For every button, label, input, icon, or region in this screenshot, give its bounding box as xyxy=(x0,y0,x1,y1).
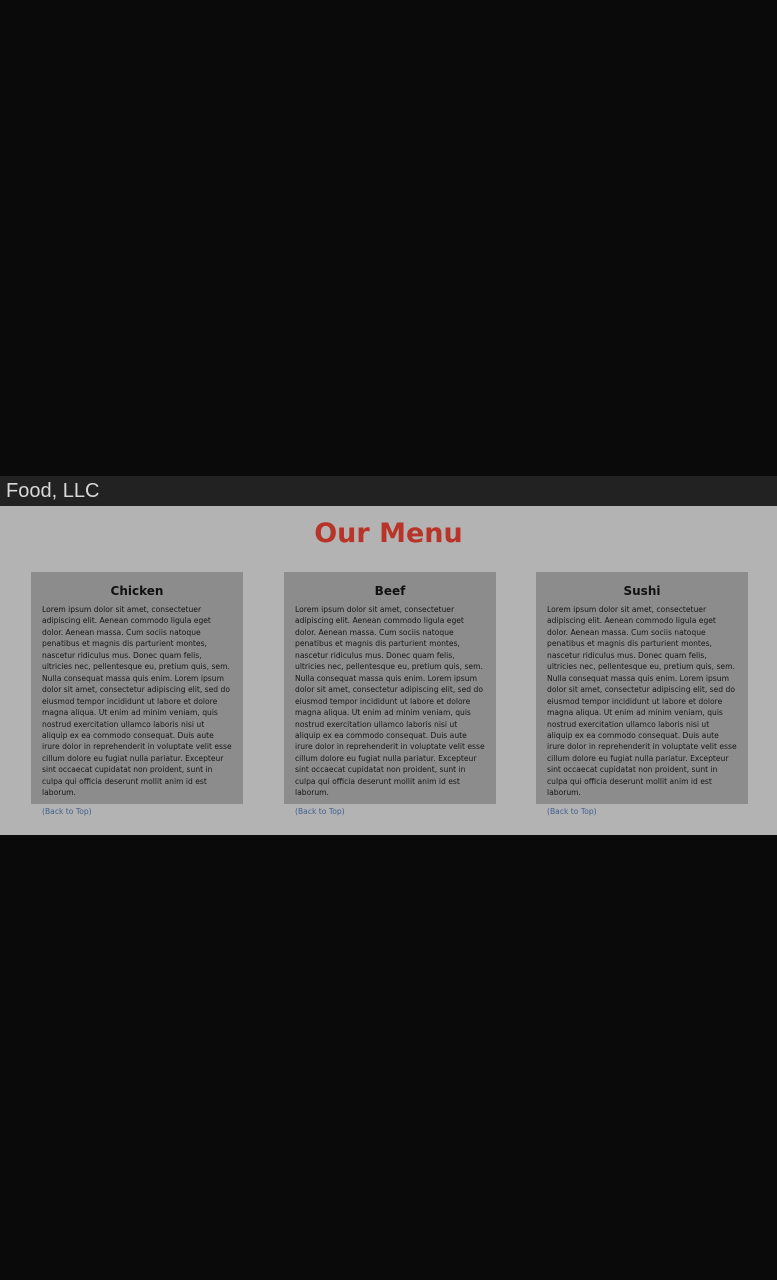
card-title: Chicken xyxy=(110,584,164,598)
site-header: Food, LLC xyxy=(0,476,777,506)
card-title: Sushi xyxy=(623,584,661,598)
menu-card-beef: Beef Lorem ipsum dolor sit amet, consect… xyxy=(284,572,496,816)
menu-card-sushi: Sushi Lorem ipsum dolor sit amet, consec… xyxy=(536,572,748,816)
menu-section: Our Menu Chicken Lorem ipsum dolor sit a… xyxy=(0,506,777,835)
back-to-top-link[interactable]: (Back to Top) xyxy=(42,806,92,817)
card-title: Beef xyxy=(374,584,406,598)
menu-card-chicken: Chicken Lorem ipsum dolor sit amet, cons… xyxy=(31,572,243,816)
back-to-top-link[interactable]: (Back to Top) xyxy=(295,806,345,817)
back-to-top-link[interactable]: (Back to Top) xyxy=(547,806,597,817)
card-description: Lorem ipsum dolor sit amet, consectetuer… xyxy=(295,605,485,798)
page-viewport: Food, LLC Our Menu Chicken Lorem ipsum d… xyxy=(0,0,777,1280)
menu-title: Our Menu xyxy=(314,518,463,549)
card-description: Lorem ipsum dolor sit amet, consectetuer… xyxy=(42,605,232,798)
card-description: Lorem ipsum dolor sit amet, consectetuer… xyxy=(547,605,737,798)
brand-name[interactable]: Food, LLC xyxy=(6,480,99,502)
